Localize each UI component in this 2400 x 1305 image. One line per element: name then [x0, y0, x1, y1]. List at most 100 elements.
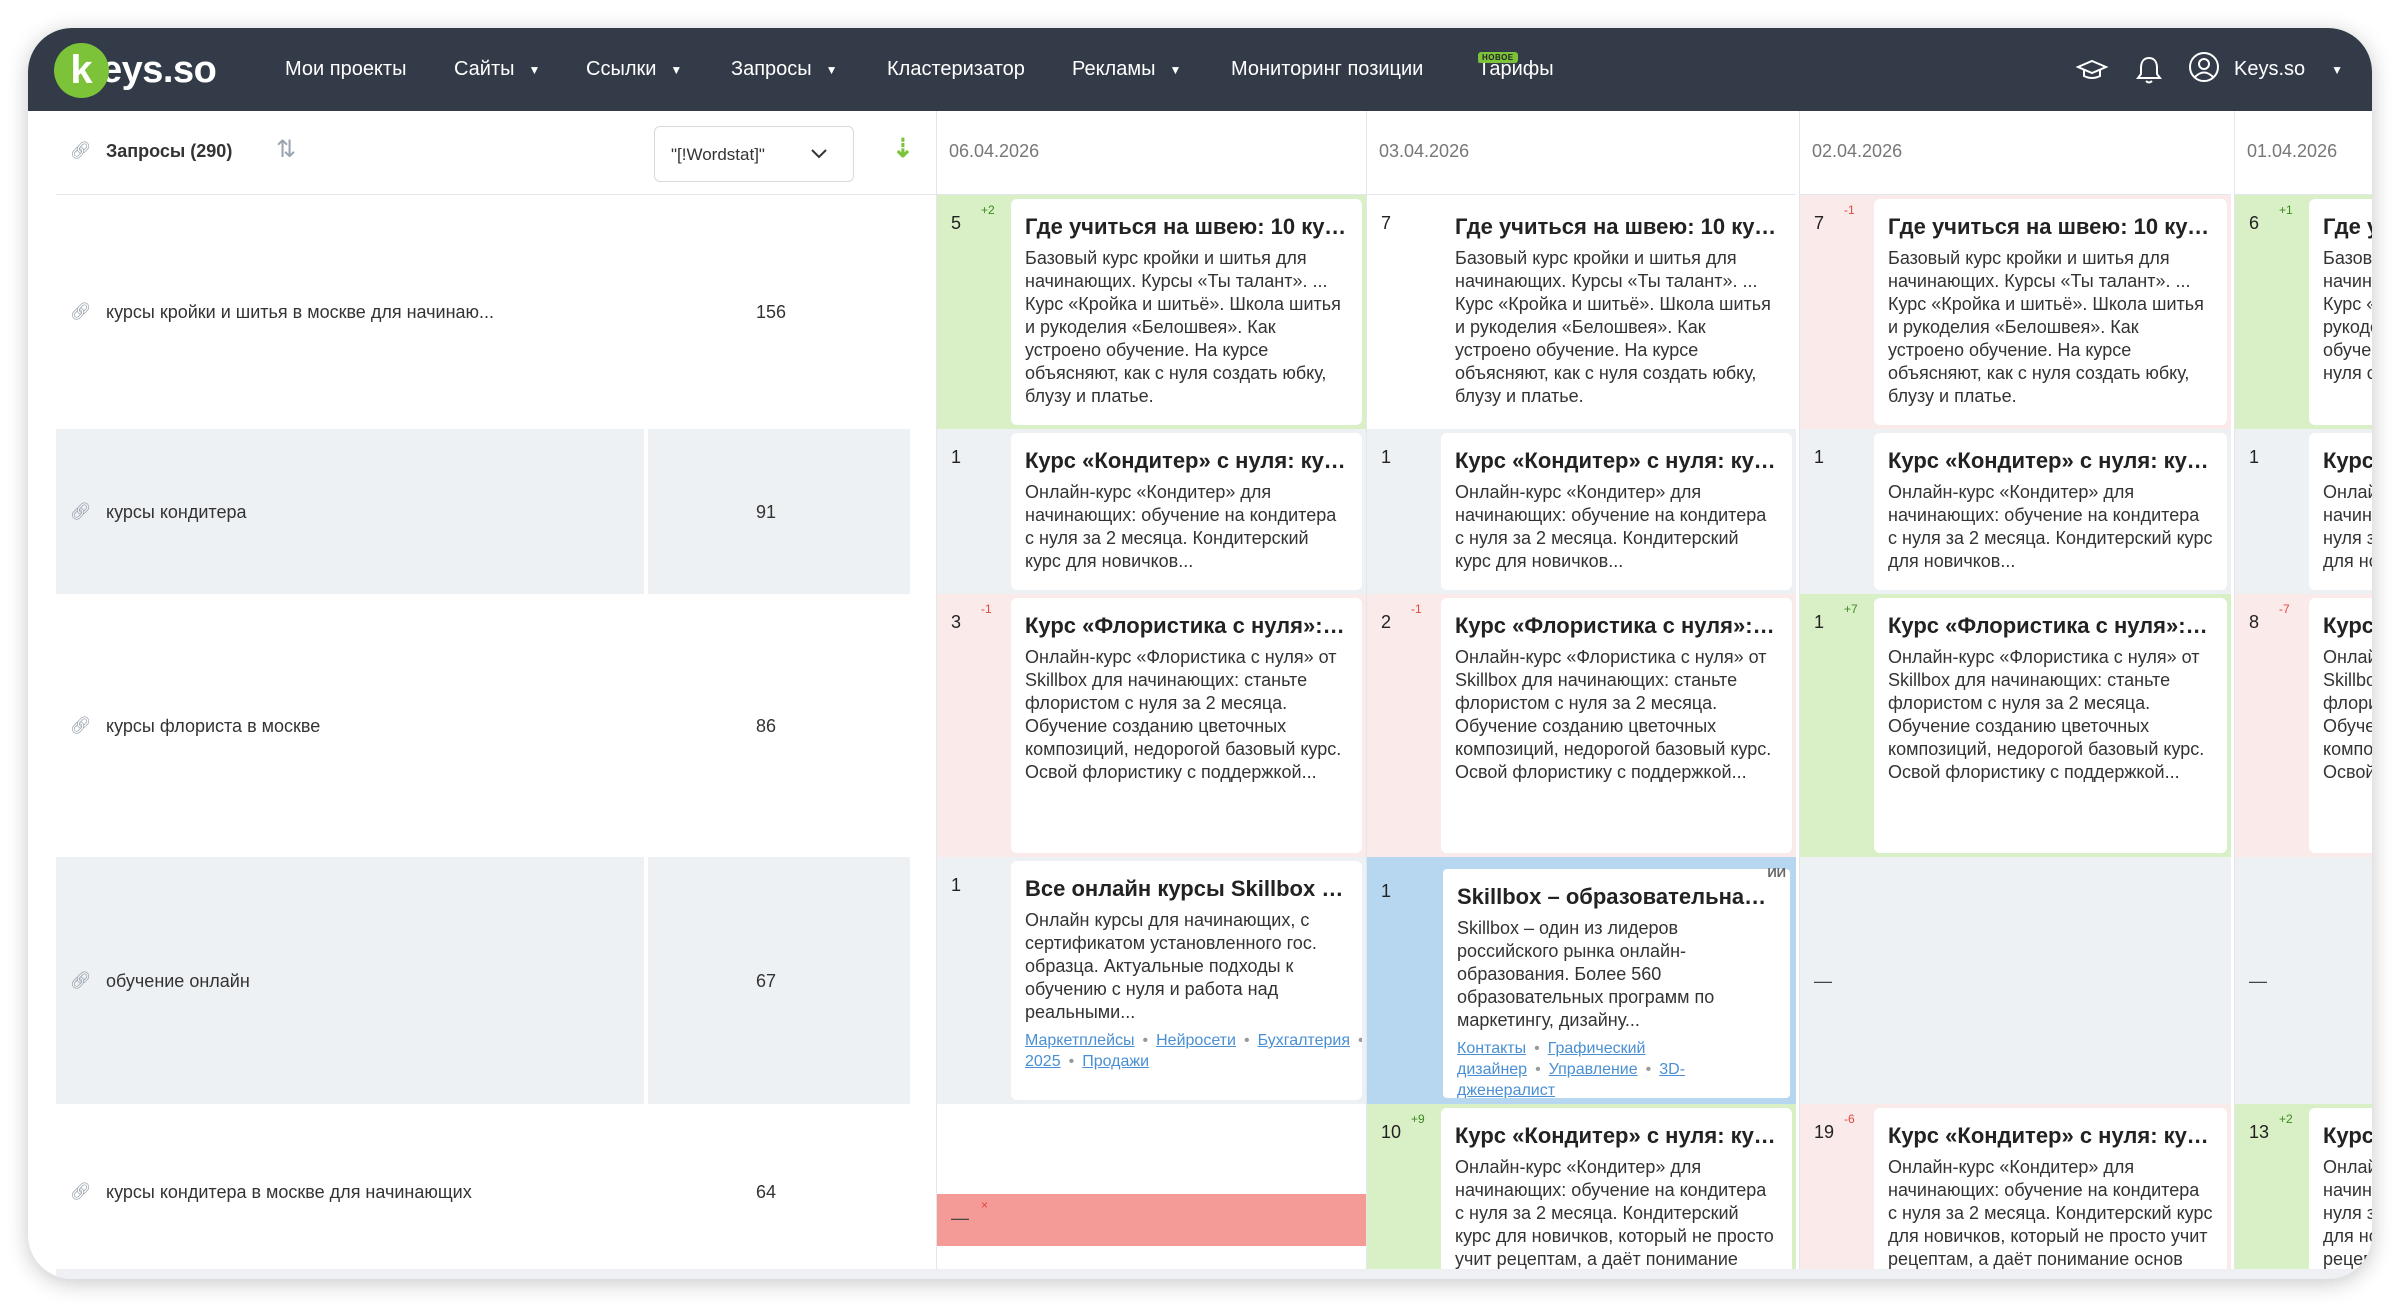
- query-text[interactable]: курсы флориста в москве: [106, 716, 320, 737]
- sitelink[interactable]: Бухгалтерия: [1258, 1032, 1350, 1049]
- nav-label: Запросы: [731, 58, 812, 80]
- serp-snippet-card[interactable]: Где учиться на швею: 10 курсов Базовый ку…: [1011, 199, 1362, 425]
- date-column-header[interactable]: 02.04.2026: [1799, 111, 2231, 195]
- snippet-title[interactable]: Курс «Флористика с нуля»: онлайн-обучени…: [2323, 612, 2372, 640]
- nav-links[interactable]: Ссылки ▼: [586, 28, 682, 111]
- serp-snippet-card[interactable]: Курс «Кондитер» с нуля: курс для начинаю…: [1874, 1108, 2227, 1275]
- serp-cell[interactable]: 5 +2 Где учиться на швею: 10 курсов Базовый…: [936, 195, 1366, 429]
- query-text[interactable]: курсы кондитера в москве для начинающих: [106, 1182, 472, 1203]
- snippet-title[interactable]: Где учиться на швею: 10 курсов: [1888, 213, 2213, 241]
- link-icon[interactable]: 🔗︎: [70, 971, 92, 991]
- sort-desc-icon[interactable]: ⇣: [892, 133, 914, 164]
- query-text[interactable]: курсы кондитера: [106, 502, 246, 523]
- serp-cell[interactable]: 19 -6 Курс «Кондитер» с нуля: курс для нач…: [1799, 1104, 2231, 1279]
- query-row[interactable]: 🔗︎ курсы кройки и шитья в москве для начи…: [56, 195, 936, 429]
- serp-cell[interactable]: 10 +9 Курс «Кондитер» с нуля: курс для нач…: [1366, 1104, 1796, 1279]
- serp-snippet-card[interactable]: Курс «Кондитер» с нуля: курс для начинаю…: [2309, 433, 2372, 590]
- link-icon[interactable]: 🔗︎: [70, 1182, 92, 1202]
- serp-cell[interactable]: 1Skillbox – образовательная платформаSki…: [1366, 857, 1796, 1104]
- snippet-title[interactable]: Курс «Флористика с нуля»: онлайн-обучени…: [1455, 612, 1778, 640]
- link-icon[interactable]: 🔗︎: [70, 502, 92, 522]
- serp-cell[interactable]: 1 Курс «Кондитер» с нуля: курс для начина…: [936, 429, 1366, 594]
- query-row[interactable]: 🔗︎ курсы флориста в москве 86: [56, 594, 936, 857]
- horizontal-scrollbar[interactable]: [56, 1269, 2372, 1279]
- serp-cell[interactable]: 1 Курс «Кондитер» с нуля: курс для начина…: [1799, 429, 2231, 594]
- date-column-header[interactable]: 06.04.2026: [936, 111, 1366, 195]
- serp-snippet-card[interactable]: Где учиться на швею: 10 курсов Базовый ку…: [2309, 199, 2372, 425]
- nav-tariffs[interactable]: НОВОЕ Тарифы: [1478, 28, 1554, 111]
- sitelink[interactable]: Продажи: [1082, 1053, 1149, 1070]
- snippet-title[interactable]: Курс «Кондитер» с нуля: курс для начинаю…: [2323, 447, 2372, 475]
- sitelink[interactable]: Нейросети: [1156, 1032, 1236, 1049]
- snippet-title[interactable]: Курс «Кондитер» с нуля: курс для начинаю…: [1455, 447, 1778, 475]
- snippet-description: Онлайн-курс «Кондитер» для начинающих: о…: [1888, 482, 2213, 571]
- serp-cell[interactable]: —: [2234, 857, 2372, 1104]
- query-frequency: 156: [756, 302, 787, 322]
- snippet-title[interactable]: Курс «Кондитер» с нуля: курс для начинаю…: [1455, 1122, 1778, 1150]
- serp-snippet-card[interactable]: Все онлайн курсы Skillbox | 500+ програм…: [1011, 861, 1362, 1100]
- serp-cell[interactable]: 1 Курс «Кондитер» с нуля: курс для начина…: [2234, 429, 2372, 594]
- serp-cell[interactable]: 6 +1 Где учиться на швею: 10 курсов Базовый…: [2234, 195, 2372, 429]
- serp-snippet-card[interactable]: Курс «Флористика с нуля»: онлайн-обучени…: [1011, 598, 1362, 853]
- serp-cell[interactable]: 7 Где учиться на швею: 10 курсов Базовый к…: [1366, 195, 1796, 429]
- serp-cell[interactable]: 1 Все онлайн курсы Skillbox | 500+ програ…: [936, 857, 1366, 1104]
- nav-my-projects[interactable]: Мои проекты: [285, 28, 406, 111]
- serp-snippet-card[interactable]: Курс «Кондитер» с нуля: курс для начинаю…: [1441, 1108, 1792, 1275]
- snippet-title[interactable]: Курс «Флористика с нуля»: онлайн-обучени…: [1888, 612, 2213, 640]
- serp-snippet-card[interactable]: Курс «Флористика с нуля»: онлайн-обучени…: [1874, 598, 2227, 853]
- date-column-header[interactable]: 03.04.2026: [1366, 111, 1796, 195]
- query-row[interactable]: 🔗︎ курсы кондитера в москве для начинающи…: [56, 1104, 936, 1279]
- snippet-title[interactable]: Где учиться на швею: 10 курсов: [2323, 213, 2372, 241]
- link-icon[interactable]: 🔗︎: [70, 302, 92, 322]
- serp-cell[interactable]: 8 -7 Курс «Флористика с нуля»: онлайн-обуч…: [2234, 594, 2372, 857]
- serp-cell[interactable]: 2 -1 Курс «Флористика с нуля»: онлайн-обуч…: [1366, 594, 1796, 857]
- snippet-title[interactable]: Skillbox – образовательная платформа: [1457, 883, 1776, 911]
- position-value: 5: [951, 213, 962, 233]
- snippet-title[interactable]: Курс «Кондитер» с нуля: курс для начинаю…: [1025, 447, 1348, 475]
- serp-cell[interactable]: — ×: [936, 1104, 1366, 1279]
- query-row[interactable]: 🔗︎ обучение онлайн 67: [56, 857, 936, 1104]
- nav-sites[interactable]: Сайты ▼: [454, 28, 540, 111]
- serp-cell[interactable]: —: [1799, 857, 2231, 1104]
- serp-snippet-card[interactable]: Курс «Флористика с нуля»: онлайн-обучени…: [1441, 598, 1792, 853]
- nav-position-monitoring[interactable]: Мониторинг позиции: [1231, 28, 1423, 111]
- serp-snippet-card[interactable]: Skillbox – образовательная платформа Skil…: [1441, 867, 1792, 1100]
- serp-snippet-card[interactable]: Где учиться на швею: 10 курсов Базовый ку…: [1874, 199, 2227, 425]
- serp-cell[interactable]: 1 +7 Курс «Флористика с нуля»: онлайн-обуч…: [1799, 594, 2231, 857]
- snippet-title[interactable]: Курс «Кондитер» с нуля: курс для начинаю…: [1888, 447, 2213, 475]
- logo[interactable]: k eys.so: [54, 42, 217, 98]
- sort-icon[interactable]: ⇅: [276, 135, 296, 164]
- snippet-title[interactable]: Где учиться на швею: 10 курсов: [1455, 213, 1778, 241]
- nav-clusterizer[interactable]: Кластеризатор: [887, 28, 1025, 111]
- serp-snippet-card[interactable]: Курс «Кондитер» с нуля: курс для начинаю…: [1011, 433, 1362, 590]
- separator: •: [1358, 1032, 1362, 1049]
- serp-cell[interactable]: 13 +2 Курс «Кондитер» с нуля: курс для нач…: [2234, 1104, 2372, 1279]
- serp-snippet-card[interactable]: Где учиться на швею: 10 курсов Базовый ку…: [1441, 199, 1792, 425]
- snippet-title[interactable]: Где учиться на швею: 10 курсов: [1025, 213, 1348, 241]
- serp-cell[interactable]: 3 -1 Курс «Флористика с нуля»: онлайн-обуч…: [936, 594, 1366, 857]
- snippet-title[interactable]: Все онлайн курсы Skillbox | 500+ програм…: [1025, 875, 1348, 903]
- query-text[interactable]: обучение онлайн: [106, 971, 250, 992]
- query-row[interactable]: 🔗︎ курсы кондитера 91: [56, 429, 936, 594]
- wordstat-select[interactable]: "[!Wordstat]": [654, 126, 854, 182]
- account-menu[interactable]: Keys.so ▼: [2188, 28, 2343, 111]
- snippet-title[interactable]: Курс «Кондитер» с нуля: курс для начинаю…: [1888, 1122, 2213, 1150]
- sitelink[interactable]: Управление: [1549, 1061, 1638, 1078]
- sitelink[interactable]: Маркетплейсы: [1025, 1032, 1135, 1049]
- graduation-cap-icon[interactable]: [2076, 28, 2108, 111]
- sitelink[interactable]: Контакты: [1457, 1040, 1526, 1057]
- bell-icon[interactable]: [2136, 28, 2162, 111]
- serp-snippet-card[interactable]: Курс «Кондитер» с нуля: курс для начинаю…: [2309, 1108, 2372, 1275]
- serp-snippet-card[interactable]: Курс «Кондитер» с нуля: курс для начинаю…: [1874, 433, 2227, 590]
- serp-snippet-card[interactable]: Курс «Флористика с нуля»: онлайн-обучени…: [2309, 598, 2372, 853]
- snippet-title[interactable]: Курс «Флористика с нуля»: онлайн-обучени…: [1025, 612, 1348, 640]
- link-icon[interactable]: 🔗︎: [70, 716, 92, 736]
- query-text[interactable]: курсы кройки и шитья в москве для начина…: [106, 302, 494, 323]
- snippet-title[interactable]: Курс «Кондитер» с нуля: курс для начинаю…: [2323, 1122, 2372, 1150]
- nav-ads[interactable]: Рекламы ▼: [1072, 28, 1181, 111]
- nav-queries[interactable]: Запросы ▼: [731, 28, 838, 111]
- serp-snippet-card[interactable]: Курс «Кондитер» с нуля: курс для начинаю…: [1441, 433, 1792, 590]
- serp-cell[interactable]: 1 Курс «Кондитер» с нуля: курс для начина…: [1366, 429, 1796, 594]
- date-column-header[interactable]: 01.04.2026: [2234, 111, 2372, 195]
- serp-cell[interactable]: 7 -1 Где учиться на швею: 10 курсов Базовый…: [1799, 195, 2231, 429]
